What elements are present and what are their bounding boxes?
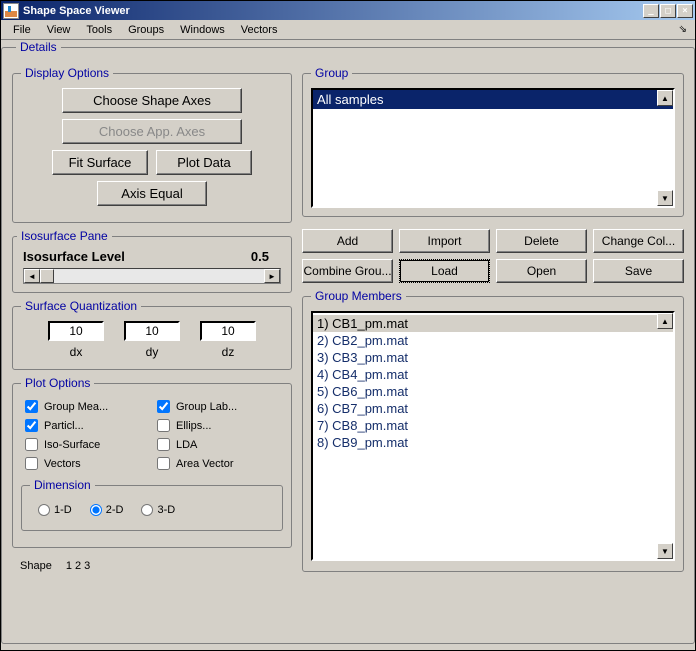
group-mean-checkbox[interactable]: Group Mea... [25, 400, 147, 413]
dim-2d-radio[interactable]: 2-D [90, 504, 124, 516]
particles-checkbox[interactable]: Particl... [25, 419, 147, 432]
list-item[interactable]: 4) CB4_pm.mat [313, 366, 673, 383]
minimize-button[interactable]: _ [643, 4, 659, 18]
group-members-legend: Group Members [311, 289, 406, 303]
dy-label: dy [146, 345, 159, 359]
isosurface-level-label: Isosurface Level [23, 249, 125, 264]
list-item[interactable]: 8) CB9_pm.mat [313, 434, 673, 451]
axis-equal-button[interactable]: Axis Equal [97, 181, 207, 206]
choose-shape-axes-button[interactable]: Choose Shape Axes [62, 88, 242, 113]
list-item[interactable]: 7) CB8_pm.mat [313, 417, 673, 434]
scroll-up-icon[interactable]: ▲ [657, 90, 673, 106]
dz-label: dz [222, 345, 235, 359]
group-buttons: Add Import Delete Change Col... Combine … [302, 229, 684, 283]
group-panel: Group All samples ▲ ▼ [302, 66, 684, 217]
display-options-legend: Display Options [21, 66, 113, 80]
slider-left-arrow-icon[interactable]: ◄ [24, 269, 40, 283]
surface-quantization-legend: Surface Quantization [21, 299, 141, 313]
menu-view[interactable]: View [39, 22, 79, 38]
change-col-button[interactable]: Change Col... [593, 229, 684, 253]
open-button[interactable]: Open [496, 259, 587, 283]
group-members-panel: Group Members 1) CB1_pm.mat 2) CB2_pm.ma… [302, 289, 684, 572]
maximize-button[interactable]: □ [660, 4, 676, 18]
choose-app-axes-button: Choose App. Axes [62, 119, 242, 144]
import-button[interactable]: Import [399, 229, 490, 253]
dz-field[interactable] [200, 321, 256, 341]
menu-windows[interactable]: Windows [172, 22, 233, 38]
ellips-checkbox[interactable]: Ellips... [157, 419, 279, 432]
list-item[interactable]: 3) CB3_pm.mat [313, 349, 673, 366]
dimension-legend: Dimension [30, 478, 95, 492]
dim-3d-radio[interactable]: 3-D [141, 504, 175, 516]
shape-label: Shape [20, 560, 52, 572]
display-options: Display Options Choose Shape Axes Choose… [12, 66, 292, 223]
menu-vectors[interactable]: Vectors [233, 22, 286, 38]
dy-field[interactable] [124, 321, 180, 341]
list-item[interactable]: 5) CB6_pm.mat [313, 383, 673, 400]
list-item[interactable]: 2) CB2_pm.mat [313, 332, 673, 349]
save-button[interactable]: Save [593, 259, 684, 283]
details-legend: Details [16, 40, 61, 54]
app-icon [3, 3, 19, 19]
scroll-up-icon[interactable]: ▲ [657, 313, 673, 329]
menu-groups[interactable]: Groups [120, 22, 172, 38]
menu-tools[interactable]: Tools [78, 22, 120, 38]
isosurface-slider[interactable]: ◄ ► [23, 268, 281, 284]
menu-file[interactable]: File [5, 22, 39, 38]
slider-thumb[interactable] [40, 269, 54, 283]
group-selected-item[interactable]: All samples [313, 90, 673, 109]
load-button[interactable]: Load [399, 259, 490, 283]
surface-quantization: Surface Quantization dx dy dz [12, 299, 292, 370]
vectors-checkbox[interactable]: Vectors [25, 457, 147, 470]
group-lab-checkbox[interactable]: Group Lab... [157, 400, 279, 413]
members-listbox[interactable]: 1) CB1_pm.mat 2) CB2_pm.mat 3) CB3_pm.ma… [311, 311, 675, 561]
add-button[interactable]: Add [302, 229, 393, 253]
list-item[interactable]: 1) CB1_pm.mat [313, 315, 673, 332]
group-legend: Group [311, 66, 352, 80]
combine-groups-button[interactable]: Combine Grou... [302, 259, 393, 283]
isosurface-level-value: 0.5 [251, 249, 269, 264]
shape-values: 1 2 3 [66, 560, 90, 572]
scroll-down-icon[interactable]: ▼ [657, 543, 673, 559]
list-item[interactable]: 6) CB7_pm.mat [313, 400, 673, 417]
plot-options-legend: Plot Options [21, 376, 94, 390]
dim-1d-radio[interactable]: 1-D [38, 504, 72, 516]
menu-overflow-icon[interactable]: ⇘ [671, 22, 691, 37]
window-title: Shape Space Viewer [23, 5, 643, 17]
dx-label: dx [70, 345, 83, 359]
area-vector-checkbox[interactable]: Area Vector [157, 457, 279, 470]
details-panel: Details Display Options Choose Shape Axe… [1, 40, 695, 644]
lda-checkbox[interactable]: LDA [157, 438, 279, 451]
dimension-group: Dimension 1-D 2-D 3-D [21, 478, 283, 531]
delete-button[interactable]: Delete [496, 229, 587, 253]
menubar: File View Tools Groups Windows Vectors ⇘ [1, 20, 695, 40]
plot-data-button[interactable]: Plot Data [156, 150, 252, 175]
scroll-down-icon[interactable]: ▼ [657, 190, 673, 206]
close-button[interactable]: × [677, 4, 693, 18]
dx-field[interactable] [48, 321, 104, 341]
group-listbox[interactable]: All samples ▲ ▼ [311, 88, 675, 208]
slider-right-arrow-icon[interactable]: ► [264, 269, 280, 283]
isosurface-legend: Isosurface Pane [17, 229, 112, 243]
plot-options: Plot Options Group Mea... Group Lab... P… [12, 376, 292, 548]
titlebar[interactable]: Shape Space Viewer _ □ × [1, 1, 695, 20]
iso-surface-checkbox[interactable]: Iso-Surface [25, 438, 147, 451]
fit-surface-button[interactable]: Fit Surface [52, 150, 148, 175]
isosurface-pane: Isosurface Pane Isosurface Level 0.5 ◄ ► [12, 229, 292, 293]
